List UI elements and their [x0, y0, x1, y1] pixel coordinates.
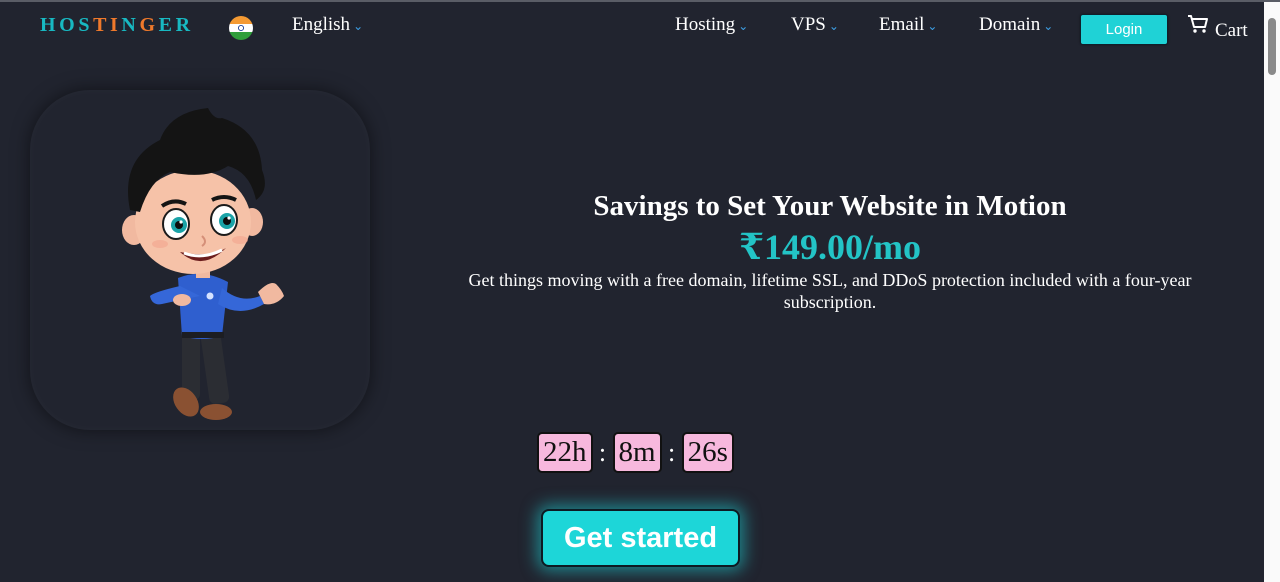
hero-headline: Savings to Set Your Website in Motion: [593, 190, 1067, 222]
chevron-down-icon: ⌄: [1043, 19, 1054, 33]
login-button[interactable]: Login: [1080, 14, 1168, 45]
logo-letter: R: [175, 14, 194, 36]
chevron-down-icon: ⌄: [353, 19, 364, 33]
countdown-seconds: 26s: [681, 432, 734, 473]
logo-letter: G: [139, 14, 159, 36]
cart-link[interactable]: Cart: [1187, 14, 1248, 42]
india-flag-icon[interactable]: [229, 16, 253, 40]
scrollbar-thumb[interactable]: [1268, 18, 1276, 75]
hostinger-logo[interactable]: HOSTINGER: [40, 14, 194, 37]
nav-item-label: Email: [879, 14, 925, 35]
logo-letter: I: [110, 14, 122, 36]
hero-description: Get things moving with a free domain, li…: [468, 270, 1192, 312]
chevron-down-icon: ⌄: [927, 19, 938, 33]
cartoon-mascot-illustration: [122, 108, 284, 420]
cart-label: Cart: [1215, 20, 1248, 41]
logo-letter: O: [59, 14, 79, 36]
nav-item-label: Hosting: [675, 14, 736, 35]
countdown-minutes: 8m: [612, 432, 662, 473]
language-label: English: [292, 14, 351, 35]
nav-item-email[interactable]: Email ⌄: [879, 14, 937, 36]
nav-item-label: VPS: [791, 14, 826, 35]
countdown-separator: :: [598, 437, 607, 467]
hero-price: ₹149.00/mo: [738, 227, 922, 267]
logo-letter: H: [40, 14, 60, 36]
nav-item-domain[interactable]: Domain ⌄: [979, 14, 1053, 36]
chevron-down-icon: ⌄: [828, 19, 839, 33]
get-started-button[interactable]: Get started: [541, 509, 740, 567]
chevron-down-icon: ⌄: [738, 19, 749, 33]
top-navbar: HOSTINGER English ⌄ Hosting ⌄ VPS ⌄ Emai…: [0, 2, 1264, 46]
cart-icon: [1188, 15, 1208, 33]
nav-item-hosting[interactable]: Hosting ⌄: [675, 14, 748, 36]
countdown-separator: :: [667, 437, 676, 467]
countdown-timer: 22h : 8m : 26s: [537, 432, 734, 473]
nav-item-vps[interactable]: VPS ⌄: [791, 14, 839, 36]
countdown-hours: 22h: [537, 432, 593, 473]
page-scrollbar[interactable]: [1264, 2, 1280, 582]
logo-letter: S: [78, 14, 94, 36]
logo-letter: N: [121, 14, 140, 36]
language-selector[interactable]: English ⌄: [292, 14, 363, 36]
logo-letter: E: [158, 14, 176, 36]
nav-item-label: Domain: [979, 14, 1041, 35]
logo-letter: T: [93, 14, 111, 36]
